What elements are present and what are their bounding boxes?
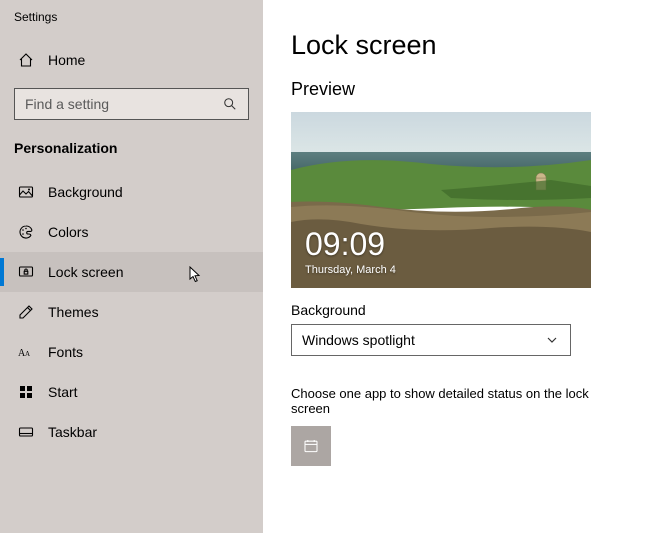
sidebar-item-taskbar[interactable]: Taskbar [0, 412, 263, 452]
sidebar-item-colors[interactable]: Colors [0, 212, 263, 252]
svg-text:A: A [25, 350, 30, 358]
sidebar-nav: Background Colors Lock sc [0, 168, 263, 452]
sidebar-item-themes[interactable]: Themes [0, 292, 263, 332]
sidebar-item-label: Fonts [48, 344, 83, 360]
cursor-icon [189, 266, 203, 284]
sidebar-item-start[interactable]: Start [0, 372, 263, 412]
calendar-icon [303, 438, 319, 454]
sidebar-item-home[interactable]: Home [0, 42, 263, 78]
sidebar-item-label: Taskbar [48, 424, 97, 440]
lockscreen-preview: 09:09 Thursday, March 4 [291, 112, 591, 288]
sidebar-item-lock-screen[interactable]: Lock screen [0, 252, 263, 292]
background-label: Background [291, 302, 622, 318]
sidebar-item-background[interactable]: Background [0, 172, 263, 212]
sidebar-item-fonts[interactable]: A A Fonts [0, 332, 263, 372]
main-content: Lock screen Preview [263, 0, 650, 533]
dropdown-value: Windows spotlight [302, 332, 415, 348]
preview-date: Thursday, March 4 [305, 264, 396, 276]
sidebar-item-label: Start [48, 384, 78, 400]
status-app-help: Choose one app to show detailed status o… [291, 386, 622, 416]
search-box[interactable] [14, 88, 249, 120]
lock-screen-icon [18, 264, 34, 280]
sidebar-item-label: Colors [48, 224, 88, 240]
status-app-tile[interactable] [291, 426, 331, 466]
sidebar-item-label: Background [48, 184, 123, 200]
page-title: Lock screen [291, 30, 622, 61]
search-container [14, 88, 249, 120]
preview-time: 09:09 [305, 228, 385, 260]
home-icon [18, 52, 34, 68]
preview-label: Preview [291, 79, 622, 100]
sidebar: Settings Home Personalization [0, 0, 263, 533]
taskbar-icon [18, 424, 34, 440]
sidebar-item-label: Lock screen [48, 264, 123, 280]
themes-icon [18, 304, 34, 320]
start-icon [18, 384, 34, 400]
chevron-down-icon [544, 332, 560, 348]
home-label: Home [48, 52, 85, 68]
fonts-icon: A A [18, 344, 34, 360]
colors-icon [18, 224, 34, 240]
category-header: Personalization [0, 120, 263, 168]
search-icon [222, 96, 238, 112]
background-dropdown[interactable]: Windows spotlight [291, 324, 571, 356]
search-input[interactable] [25, 96, 222, 112]
app-title: Settings [0, 8, 263, 42]
sidebar-item-label: Themes [48, 304, 99, 320]
background-icon [18, 184, 34, 200]
